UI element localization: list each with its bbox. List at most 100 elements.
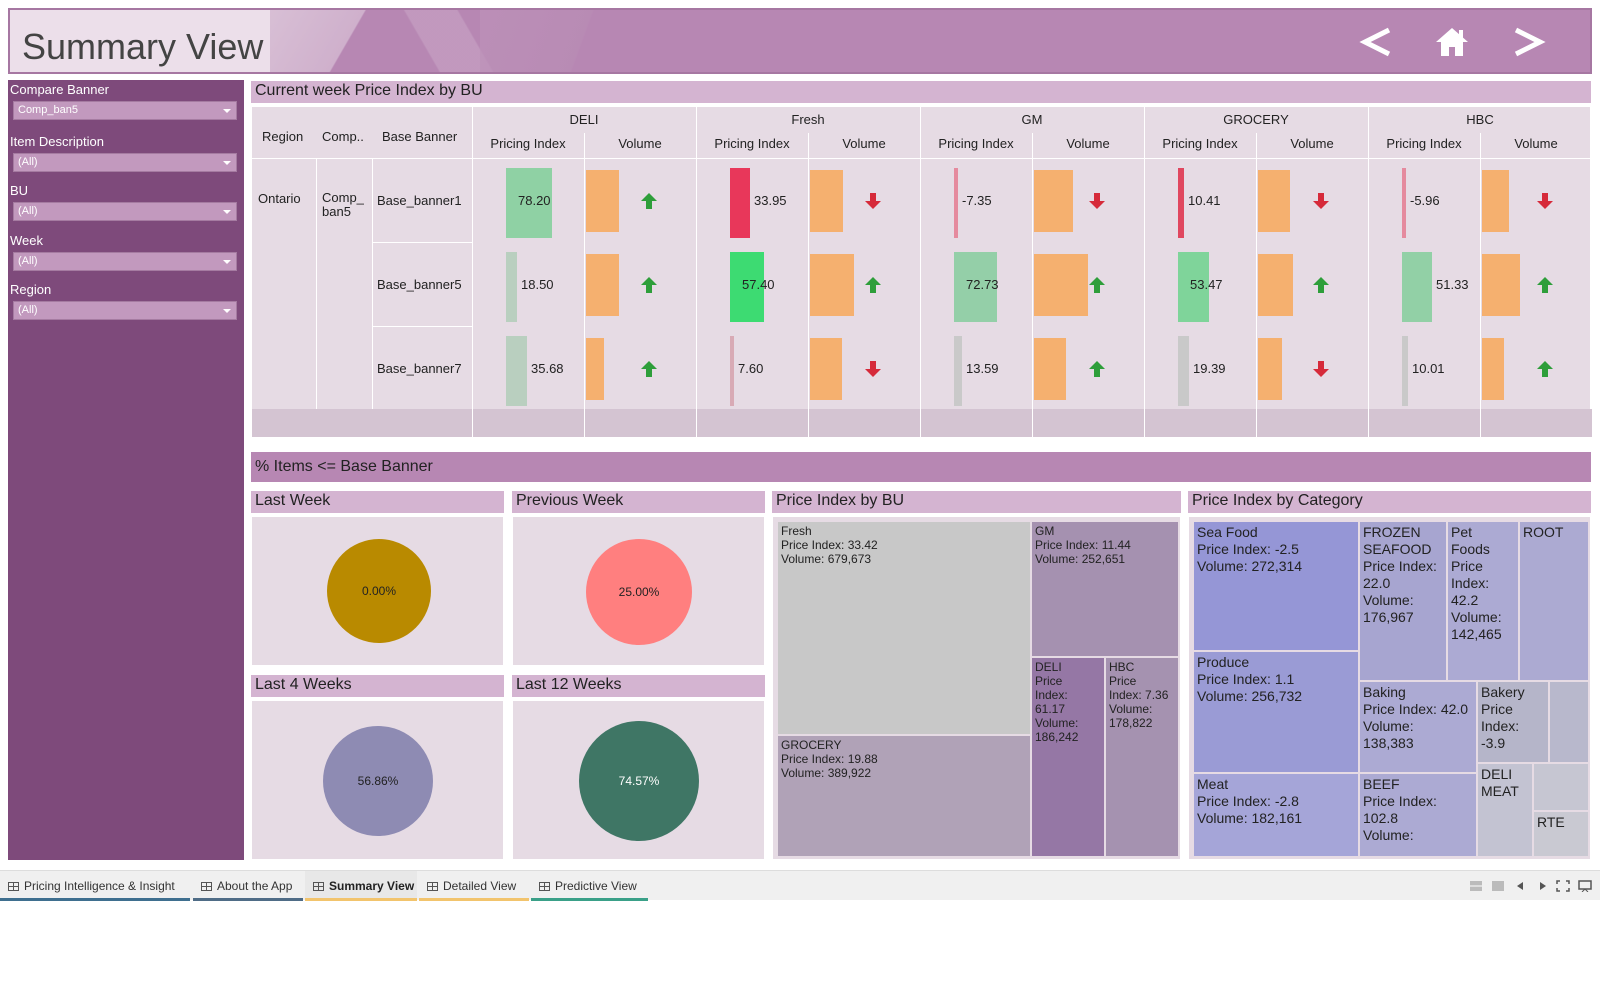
volume-bar[interactable]	[1482, 170, 1509, 232]
pricing-index-bar[interactable]	[1402, 336, 1408, 406]
treemap-cell-meat[interactable]: Meat Price Index: -2.8 Volume: 182,161	[1193, 773, 1359, 857]
bu-value: (All)	[18, 205, 38, 217]
compare-banner-dropdown[interactable]: Comp_ban5	[13, 101, 237, 120]
volume-bar[interactable]	[586, 170, 619, 232]
treemap-volume: Volume:	[1363, 827, 1414, 843]
tab-predictive-view[interactable]: Predictive View	[531, 871, 648, 901]
volume-bar[interactable]	[1482, 338, 1504, 400]
volume-bar[interactable]	[810, 338, 842, 400]
tab-summary-view[interactable]: Summary View	[305, 871, 417, 901]
items-section-title: % Items <= Base Banner	[251, 452, 1591, 482]
volume-bar[interactable]	[1034, 338, 1066, 400]
week-dropdown[interactable]: (All)	[13, 252, 237, 271]
grid-line	[1032, 409, 1033, 437]
treemap-cell-deli-meat[interactable]: DELI MEAT	[1477, 763, 1533, 857]
item-description-dropdown[interactable]: (All)	[13, 153, 237, 172]
region-dropdown[interactable]: (All)	[13, 301, 237, 320]
treemap-cell-frozen-seafood[interactable]: FROZEN SEAFOOD Price Index: 22.0 Volume: 1…	[1359, 521, 1447, 681]
treemap-cell-fresh[interactable]: Fresh Price Index: 33.42 Volume: 679,673	[777, 521, 1031, 735]
volume-bar[interactable]	[1482, 254, 1520, 316]
grid-line	[1256, 409, 1257, 437]
next-sheet-icon[interactable]	[1535, 880, 1549, 892]
presentation-icon[interactable]	[1578, 880, 1592, 892]
tab-underline	[0, 898, 190, 901]
pricing-index-header: Pricing Index	[714, 136, 790, 151]
pricing-index-bar[interactable]	[1178, 168, 1184, 238]
treemap-cell-root[interactable]: ROOT	[1519, 521, 1589, 681]
filmstrip-icon[interactable]	[1491, 880, 1505, 892]
pricing-index-bar[interactable]	[954, 168, 958, 238]
pricing-index-header: Pricing Index	[1386, 136, 1462, 151]
treemap-price-index: Price Index: 61.17	[1035, 674, 1068, 716]
pricing-index-value: 19.39	[1193, 361, 1226, 376]
arrow-up-icon	[641, 193, 657, 209]
table-footer-band	[252, 409, 1592, 437]
filter-label-bu: BU	[10, 183, 29, 198]
treemap-price-index: Price Index: 11.44	[1035, 538, 1131, 552]
treemap-cell-grocery[interactable]: GROCERY Price Index: 19.88 Volume: 389,922	[777, 735, 1031, 857]
tab-label: Predictive View	[555, 879, 637, 893]
treemap-volume: Volume: 256,732	[1197, 688, 1303, 704]
pie-last-4-weeks[interactable]: 56.86%	[323, 726, 433, 836]
bu-dropdown[interactable]: (All)	[13, 202, 237, 221]
volume-bar[interactable]	[586, 254, 619, 316]
grid-line	[1592, 409, 1593, 437]
tab-label: Pricing Intelligence & Insight	[24, 879, 175, 893]
pricing-index-bar[interactable]	[954, 336, 962, 406]
pie-last-week[interactable]: 0.00%	[327, 539, 431, 643]
prev-sheet-icon[interactable]	[1514, 880, 1528, 892]
treemap-cell-beef[interactable]: BEEF Price Index: 102.8 Volume:	[1359, 773, 1477, 857]
base-banner-label: Base_banner1	[377, 193, 462, 208]
tab-about-the-app[interactable]: About the App	[193, 871, 303, 901]
volume-bar[interactable]	[586, 338, 604, 400]
pricing-index-bar[interactable]	[1402, 252, 1432, 322]
treemap-cell-sea-food[interactable]: Sea Food Price Index: -2.5 Volume: 272,314	[1193, 521, 1359, 651]
header-banner: Summary View	[8, 8, 1592, 74]
volume-bar[interactable]	[810, 254, 854, 316]
treemap-cell-hbc[interactable]: HBC Price Index: 7.36 Volume: 178,822	[1105, 657, 1179, 857]
sheet-icon	[201, 882, 212, 891]
volume-bar[interactable]	[1258, 254, 1293, 316]
pricing-index-header: Pricing Index	[490, 136, 566, 151]
pricing-index-bar[interactable]	[730, 168, 750, 238]
treemap-price-index: Price Index: 22.0	[1363, 558, 1437, 591]
column-header-region: Region	[262, 129, 304, 144]
pricing-index-value: 57.40	[742, 277, 775, 292]
treemap-cell-produce[interactable]: Produce Price Index: 1.1 Volume: 256,732	[1193, 651, 1359, 773]
treemap-name: RTE	[1537, 814, 1565, 830]
treemap-cell-unlabeled[interactable]	[1549, 681, 1589, 763]
pricing-index-bar[interactable]	[506, 252, 517, 322]
treemap-cell-rte[interactable]: RTE	[1533, 811, 1589, 857]
next-button[interactable]	[1504, 20, 1552, 64]
pie-panel-last-week: 0.00%	[251, 516, 504, 666]
treemap-cell-bakery[interactable]: Bakery Price Index: -3.9	[1477, 681, 1549, 763]
pie-title-last-week: Last Week	[251, 491, 504, 513]
treemap-cell-gm[interactable]: GM Price Index: 11.44 Volume: 252,651	[1031, 521, 1179, 657]
volume-bar[interactable]	[1258, 338, 1282, 400]
pricing-index-bar[interactable]	[730, 336, 734, 406]
tab-detailed-view[interactable]: Detailed View	[419, 871, 529, 901]
home-button[interactable]	[1428, 20, 1476, 64]
volume-bar[interactable]	[1034, 170, 1073, 232]
sheet-sorter-icon[interactable]	[1469, 880, 1483, 892]
pricing-index-bar[interactable]	[506, 336, 527, 406]
pie-previous-week[interactable]: 25.00%	[586, 539, 692, 645]
treemap-cell-baking[interactable]: Baking Price Index: 42.0 Volume: 138,383	[1359, 681, 1477, 773]
pie-last-12-weeks[interactable]: 74.57%	[579, 721, 699, 841]
treemap-cell-pet-foods[interactable]: Pet Foods Price Index: 42.2 Volume: 142,46…	[1447, 521, 1519, 681]
treemap-cell-deli[interactable]: DELI Price Index: 61.17 Volume: 186,242	[1031, 657, 1105, 857]
volume-bar[interactable]	[1258, 170, 1290, 232]
grid-line	[372, 326, 472, 327]
pricing-index-bar[interactable]	[1402, 168, 1406, 238]
tab-pricing-intelligence[interactable]: Pricing Intelligence & Insight	[0, 871, 190, 901]
fullscreen-icon[interactable]	[1556, 880, 1570, 892]
volume-bar[interactable]	[810, 170, 843, 232]
arrow-down-icon	[865, 361, 881, 377]
prev-button[interactable]	[1353, 20, 1401, 64]
volume-bar[interactable]	[1034, 254, 1088, 316]
treemap-price-index: Price Index: 102.8	[1363, 793, 1437, 826]
bu-header-grocery: GROCERY	[1223, 112, 1289, 127]
treemap-price-index: Price Index: 33.42	[781, 538, 878, 552]
pricing-index-bar[interactable]	[1178, 336, 1189, 406]
treemap-cell-unlabeled[interactable]	[1533, 763, 1589, 811]
